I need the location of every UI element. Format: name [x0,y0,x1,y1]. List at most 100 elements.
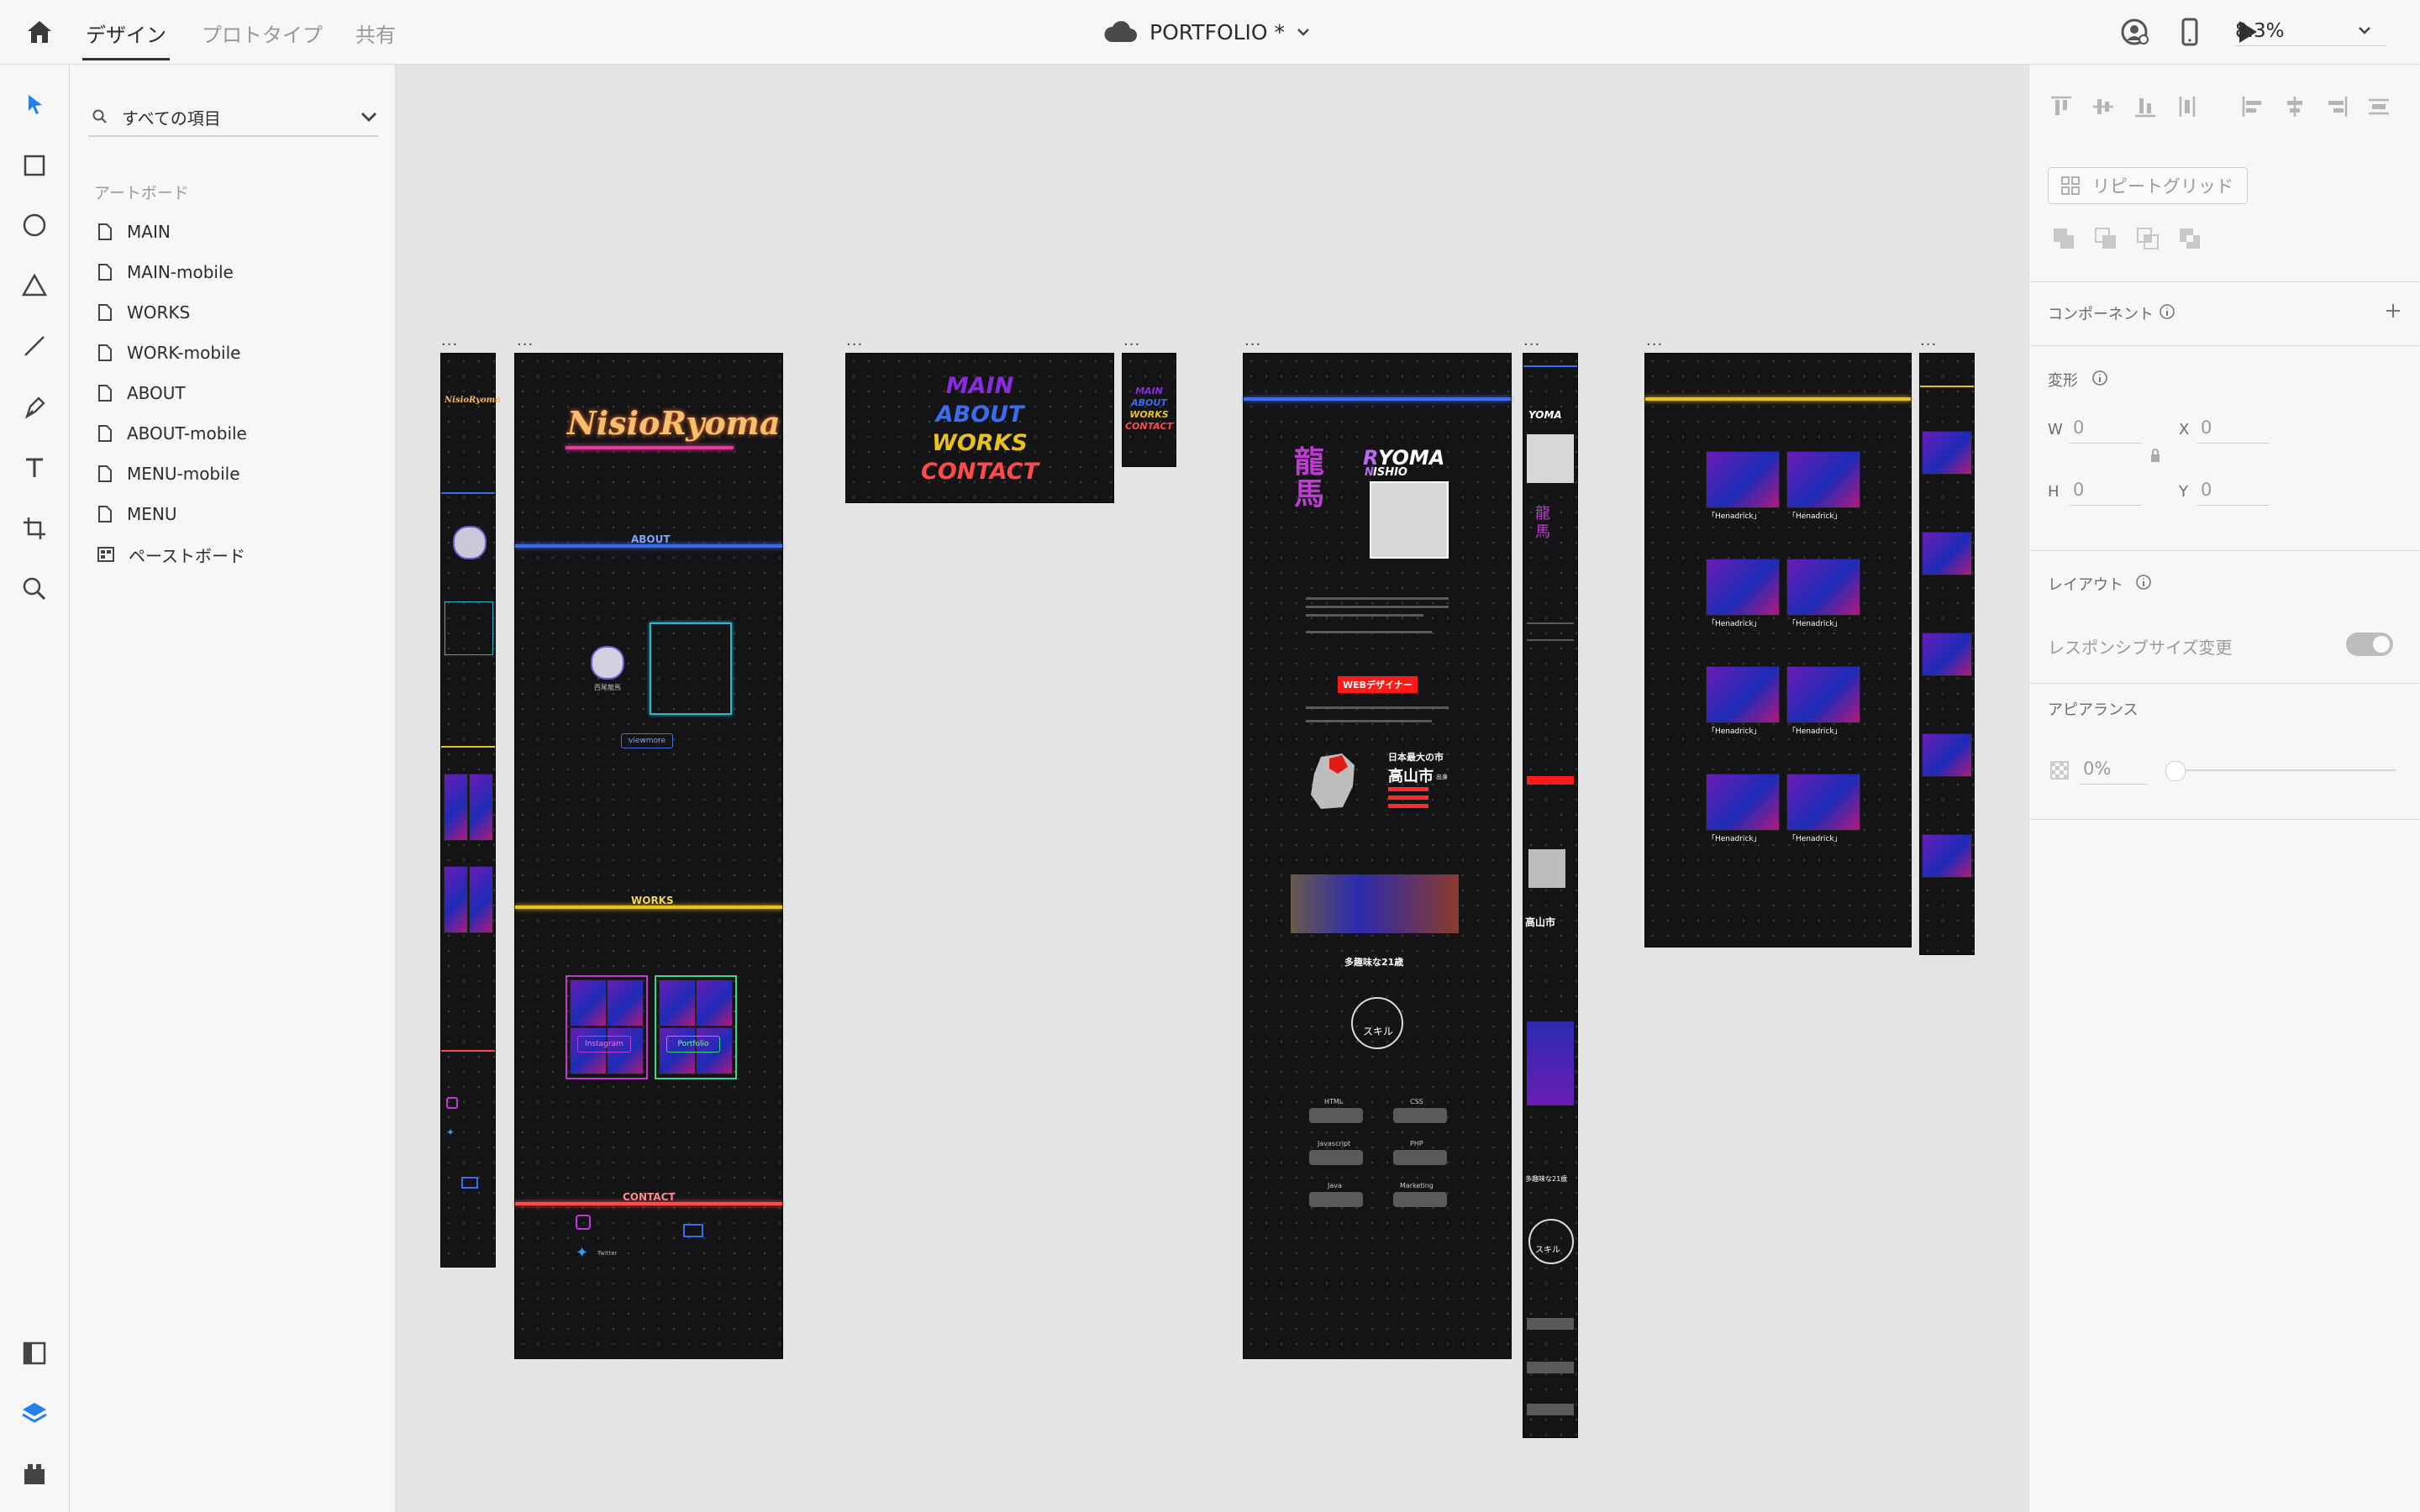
plugins-panel-icon[interactable] [18,1458,50,1490]
responsive-resize-toggle[interactable] [2346,633,2393,656]
menu-item-main[interactable]: MAIN [846,372,1113,401]
artboard-options[interactable]: ... [1920,332,1937,349]
work-card[interactable] [1786,666,1860,723]
layer-item-menu-mobile[interactable]: MENU-mobile [97,459,374,488]
layer-item-main-mobile[interactable]: MAIN-mobile [97,258,374,286]
work-card[interactable] [1706,451,1780,508]
tab-prototype[interactable]: プロトタイプ [202,18,323,48]
artboard-works[interactable]: 「Henadrick」 「Henadrick」 「Henadrick」 「Hen… [1644,353,1912,948]
layer-search[interactable]: すべての項目 [88,98,378,137]
menu-item-works[interactable]: WORKS [1123,409,1176,421]
height-input[interactable]: 0 [2070,476,2142,506]
y-input[interactable]: 0 [2197,476,2270,506]
align-left-icon[interactable] [2238,92,2268,122]
work-card[interactable] [1922,733,1972,777]
work-card[interactable] [1706,559,1780,616]
design-canvas[interactable]: ... NisioRyoma ✦ ... NisioRyoma ABOUT 西尾… [396,65,2028,1512]
opacity-slider-knob[interactable] [2165,761,2186,781]
artboard-main[interactable]: NisioRyoma ABOUT 西尾龍馬 viewmore WORKS Ins… [514,353,783,1359]
menu-item-contact[interactable]: CONTACT [1123,421,1176,433]
work-card[interactable] [1922,532,1972,575]
artboard-tool-icon[interactable] [18,512,50,544]
pen-tool-icon[interactable] [18,391,50,423]
select-tool-icon[interactable] [18,89,50,121]
boolean-add-icon[interactable] [2051,226,2076,251]
distribute-vertical-icon[interactable] [2364,92,2394,122]
cloud-icon [1104,21,1137,42]
artboard-about-mobile[interactable]: YOMA 龍馬 高山市 多趣味な21歳 スキル [1523,353,1578,1438]
menu-item-about[interactable]: ABOUT [1123,397,1176,409]
tab-design[interactable]: デザイン [86,18,166,48]
layer-item-about[interactable]: ABOUT [97,379,374,407]
width-input[interactable]: 0 [2070,414,2142,444]
work-card[interactable] [1706,774,1780,831]
boolean-subtract-icon[interactable] [2093,226,2118,251]
work-card[interactable] [1922,431,1972,475]
portfolio-button[interactable]: Portfolio [666,1036,720,1053]
align-bottom-icon[interactable] [2130,92,2160,122]
work-card[interactable] [1922,633,1972,676]
align-top-icon[interactable] [2046,92,2076,122]
artboard-menu[interactable]: MAIN ABOUT WORKS CONTACT [845,353,1114,503]
work-card[interactable] [1706,666,1780,723]
instagram-button[interactable]: Instagram [577,1036,631,1053]
menu-item-contact[interactable]: CONTACT [846,458,1113,486]
opacity-slider-track[interactable] [2172,769,2396,771]
work-card[interactable] [1786,559,1860,616]
document-title[interactable]: PORTFOLIO * [1102,15,1310,49]
line-tool-icon[interactable] [18,330,50,362]
artboard-about[interactable]: R YOMA N ISHIO 龍馬 WEBデザイナー 日本最大の市 高山市 出身… [1243,353,1512,1359]
chevron-down-icon[interactable] [360,111,378,123]
artboard-options[interactable]: ... [441,332,458,349]
layer-item-works[interactable]: WORKS [97,298,374,327]
layer-item-work-mobile[interactable]: WORK-mobile [97,339,374,367]
add-component-icon[interactable] [2384,302,2402,320]
text-tool-icon[interactable] [18,452,50,484]
artboard-work-mobile[interactable] [1919,353,1975,955]
ellipse-tool-icon[interactable] [18,209,50,241]
artboard-options[interactable]: ... [1523,332,1540,349]
tab-share[interactable]: 共有 [355,18,396,48]
work-card[interactable] [1922,834,1972,878]
info-icon[interactable] [2135,574,2152,591]
work-thumbnail [659,979,696,1026]
home-icon[interactable] [25,18,54,45]
lock-aspect-icon[interactable] [2150,448,2160,463]
boolean-exclude-icon[interactable] [2177,226,2202,251]
assets-panel-icon[interactable] [18,1337,50,1369]
artboard-options[interactable]: ... [1123,332,1140,349]
work-card[interactable] [1786,774,1860,831]
triangle-tool-icon[interactable] [18,270,50,302]
artboard-options[interactable]: ... [517,332,534,349]
layers-panel-icon[interactable] [18,1398,50,1430]
work-card[interactable] [1786,451,1860,508]
boolean-intersect-icon[interactable] [2135,226,2160,251]
artboard-options[interactable]: ... [1646,332,1663,349]
layer-item-main[interactable]: MAIN [97,218,374,246]
zoom-tool-icon[interactable] [18,573,50,605]
artboard-menu-mobile[interactable]: MAIN ABOUT WORKS CONTACT [1122,353,1176,467]
menu-item-main[interactable]: MAIN [1123,386,1176,397]
align-center-icon[interactable] [2280,92,2310,122]
opacity-input[interactable]: 0% [2080,755,2147,785]
user-icon[interactable] [2119,17,2149,47]
info-icon[interactable] [2159,303,2175,320]
artboard-options[interactable]: ... [1244,332,1261,349]
layer-item-about-mobile[interactable]: ABOUT-mobile [97,419,374,448]
artboard-main-mobile[interactable]: NisioRyoma ✦ [440,353,501,1268]
phone-preview-icon[interactable] [2175,17,2205,47]
zoom-select[interactable]: 8.3% [2235,17,2386,46]
repeat-grid-button[interactable]: リピートグリッド [2048,167,2248,204]
align-right-icon[interactable] [2322,92,2352,122]
rectangle-tool-icon[interactable] [18,150,50,181]
menu-item-works[interactable]: WORKS [846,429,1113,458]
info-icon[interactable] [2091,370,2108,386]
viewmore-button[interactable]: viewmore [621,733,673,748]
layer-item-menu[interactable]: MENU [97,500,374,528]
menu-item-about[interactable]: ABOUT [846,401,1113,429]
x-input[interactable]: 0 [2197,414,2270,444]
distribute-horizontal-icon[interactable] [2172,92,2202,122]
align-middle-icon[interactable] [2088,92,2118,122]
layer-item-pasteboard[interactable]: ペーストボード [97,540,374,569]
artboard-options[interactable]: ... [846,332,863,349]
